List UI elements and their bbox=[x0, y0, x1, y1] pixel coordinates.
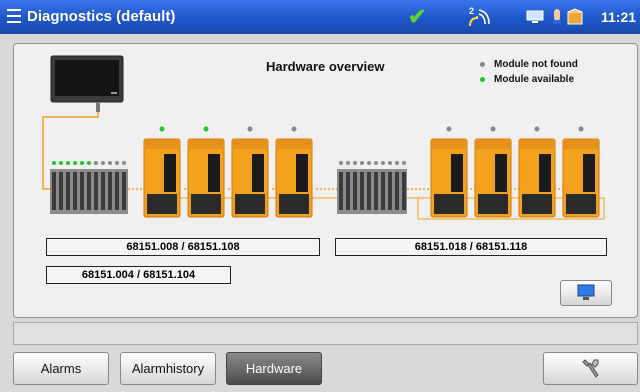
status-bar bbox=[13, 322, 638, 345]
monitor-button[interactable] bbox=[560, 280, 612, 306]
clock: 11:21 bbox=[601, 9, 637, 25]
panel-monitor bbox=[50, 55, 124, 112]
io-block-2 bbox=[337, 161, 407, 214]
computer-icon bbox=[526, 10, 544, 23]
check-icon: ✔ bbox=[408, 4, 427, 29]
drive-module bbox=[562, 126, 600, 218]
wrench-icon bbox=[581, 359, 599, 378]
module-label-group1-sub: 68151.004 / 68151.104 bbox=[46, 266, 231, 284]
drive-module bbox=[518, 126, 556, 218]
drive-module bbox=[231, 126, 269, 218]
alarmhistory-button[interactable]: Alarmhistory bbox=[120, 352, 216, 385]
title-bar: Diagnostics (default) ✔ 2 11:21 bbox=[0, 0, 640, 34]
monitor-icon bbox=[577, 284, 595, 300]
menu-icon[interactable] bbox=[7, 9, 21, 23]
alarms-button[interactable]: Alarms bbox=[13, 352, 109, 385]
user-icon bbox=[553, 9, 561, 24]
module-label-group2: 68151.018 / 68151.118 bbox=[335, 238, 607, 256]
drive-module bbox=[143, 126, 181, 218]
package-icon bbox=[567, 8, 583, 25]
drive-module bbox=[275, 126, 313, 218]
io-block-1 bbox=[50, 161, 128, 214]
drive-module bbox=[187, 126, 225, 218]
drive-module bbox=[430, 126, 468, 218]
page-title: Diagnostics (default) bbox=[27, 8, 176, 25]
network-badge: 2 bbox=[469, 6, 474, 16]
service-button[interactable] bbox=[543, 352, 638, 385]
module-label-group1: 68151.008 / 68151.108 bbox=[46, 238, 320, 256]
hardware-button[interactable]: Hardware bbox=[226, 352, 322, 385]
drive-module bbox=[474, 126, 512, 218]
network-status-icon: 2 bbox=[469, 6, 490, 27]
hardware-overview-panel: Hardware overview Module not found Modul… bbox=[13, 43, 638, 318]
